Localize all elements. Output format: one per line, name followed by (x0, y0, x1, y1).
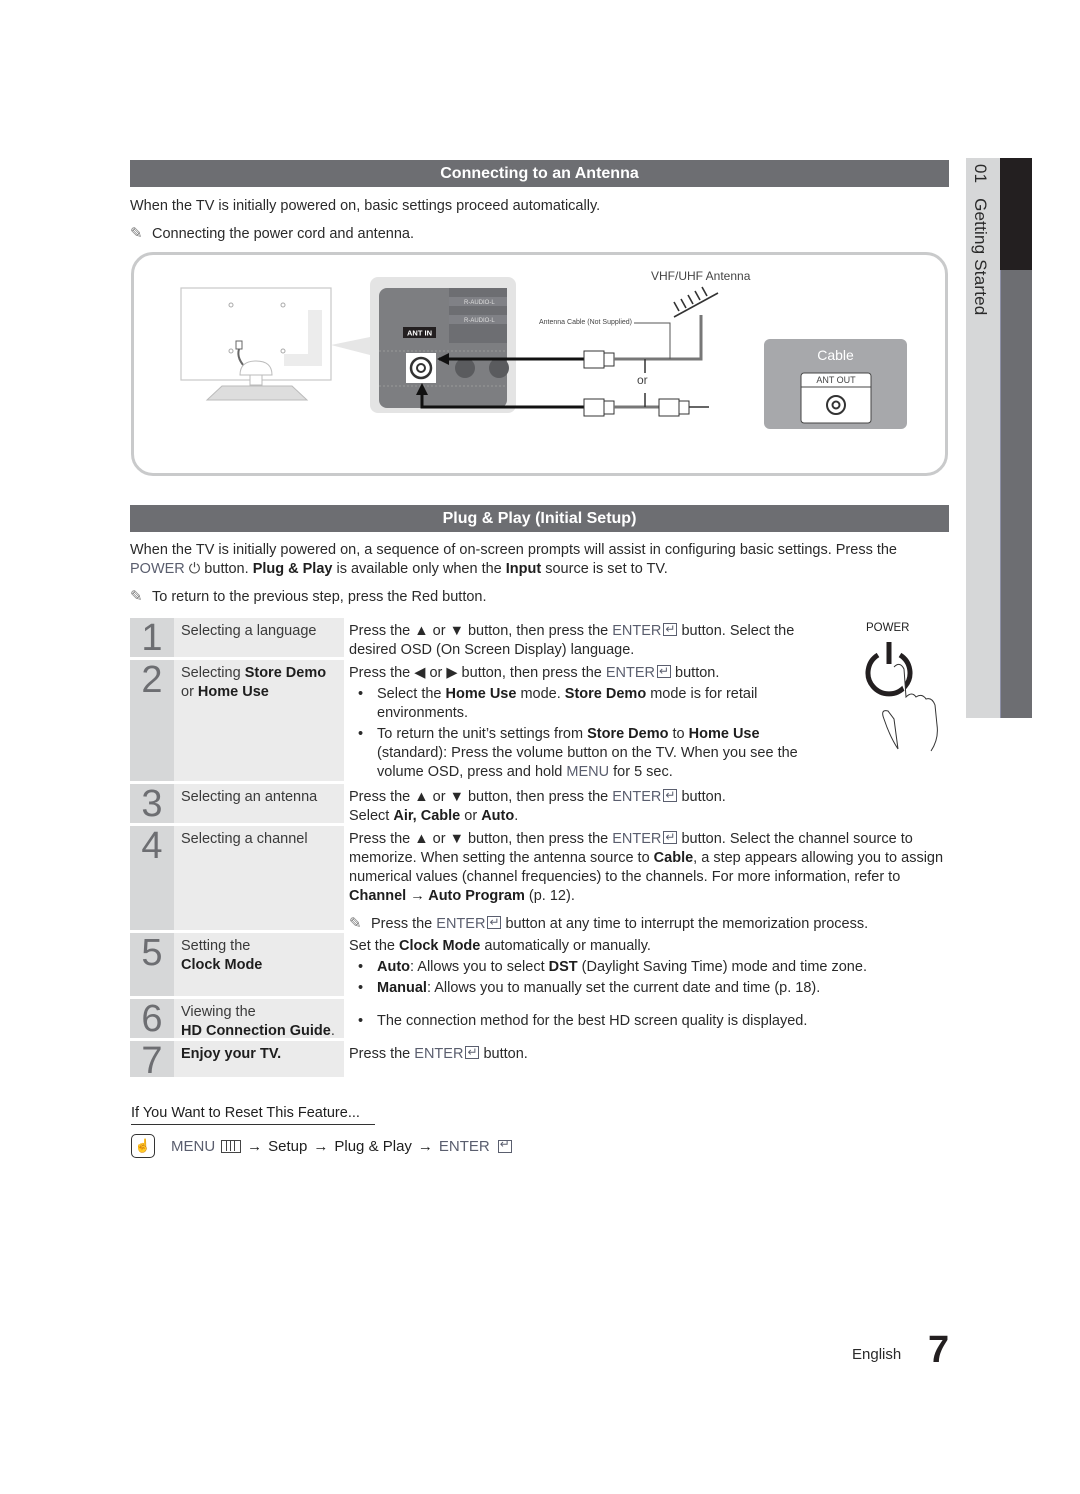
note-pencil-icon: ✎ (349, 915, 362, 932)
chapter-tab-strip (1000, 270, 1032, 718)
tv-stand (205, 385, 309, 401)
power-keyword: POWER (130, 561, 185, 577)
antenna-section-title: Connecting to an Antenna (130, 160, 949, 187)
bullet-item: The connection method for the best HD sc… (349, 1012, 949, 1031)
step-number: 7 (130, 1041, 174, 1081)
antenna-note-text: Connecting the power cord and antenna. (152, 226, 414, 242)
chapter-number: 01 (971, 164, 990, 184)
step-note: ✎Press the ENTER button at any time to i… (349, 913, 949, 934)
plug-play-note: ✎ To return to the previous step, press t… (130, 588, 487, 605)
terminal-closeup: R-AUDIO-L R-AUDIO-L ANT IN (370, 277, 516, 413)
cable-note-label: Antenna Cable (Not Supplied) (539, 319, 633, 326)
footer-language: English (852, 1346, 902, 1363)
step-label: Selecting a language (174, 618, 344, 657)
step-label: Setting the Clock Mode (174, 933, 344, 996)
cable-note-leader (634, 322, 671, 359)
step-description: Press the ENTER button. (349, 1043, 949, 1064)
step-number: 1 (130, 618, 174, 658)
bullet-item: To return the unit’s settings from Store… (349, 725, 799, 782)
step-number: 3 (130, 784, 174, 824)
enter-icon (663, 620, 678, 639)
step-description: Set the Clock Mode automatically or manu… (349, 937, 949, 998)
plug-play-keyword: Plug & Play (334, 1137, 412, 1155)
setup-keyword: Setup (268, 1137, 308, 1155)
bullet-item: Auto: Allows you to select DST (Daylight… (349, 958, 949, 977)
menu-icon (221, 1139, 242, 1153)
step-label: Selecting Store Demo or Home Use (174, 660, 344, 781)
enter-icon (487, 913, 502, 932)
power-graphic-label: POWER (866, 622, 910, 634)
step-description: Press the ◀ or ▶ button, then press the … (349, 662, 799, 782)
chapter-tab-label: 01 Getting Started (970, 164, 990, 315)
step-label: Viewing the HD Connection Guide. (174, 999, 344, 1039)
chapter-title: Getting Started (971, 198, 990, 316)
power-button-hand-icon (865, 642, 938, 752)
chapter-tab-marker (1000, 158, 1032, 270)
arrow: → (313, 1137, 329, 1155)
f-connector (583, 398, 605, 417)
reset-menu-path: ☝ MENU → Setup → Plug & Play → ENTER (131, 1134, 512, 1158)
step-description: Press the ▲ or ▼ button, then press the … (349, 620, 819, 660)
onscreen-menu-icon: ☝ (131, 1134, 155, 1158)
audio-label: R-AUDIO-L (464, 300, 495, 306)
step-label: Enjoy your TV. (174, 1041, 344, 1077)
menu-keyword: MENU (171, 1137, 216, 1155)
ant-out-label: ANT OUT (816, 375, 856, 385)
reset-feature-title: If You Want to Reset This Feature... (131, 1105, 375, 1125)
enter-keyword: ENTER (438, 1137, 490, 1155)
antenna-note: ✎ Connecting the power cord and antenna. (130, 224, 414, 244)
diagram-svg: R-AUDIO-L R-AUDIO-L ANT IN (180, 277, 907, 429)
enter-icon (663, 786, 678, 805)
page-number: 7 (928, 1329, 950, 1371)
enter-icon (497, 1137, 512, 1153)
power-socket (235, 340, 243, 350)
arrow: → (247, 1137, 263, 1155)
bullet-item: Select the Home Use mode. Store Demo mod… (349, 685, 799, 723)
plug-play-intro: When the TV is initially powered on, a s… (130, 542, 897, 577)
step-number: 2 (130, 660, 174, 781)
step-number: 4 (130, 826, 174, 930)
ant-in-label: ANT IN (407, 329, 432, 338)
step-number: 6 (130, 999, 174, 1039)
f-connector (583, 350, 605, 369)
enter-icon (657, 662, 672, 681)
tv-rear-illustration (180, 287, 370, 401)
or-label: or (637, 373, 648, 387)
power-icon: ⏻ (184, 561, 201, 577)
note-pencil-icon: ✎ (130, 225, 143, 242)
step-label: Selecting a channel (174, 826, 344, 930)
antenna-connection-diagram: R-AUDIO-L R-AUDIO-L ANT IN VHF/UHF Anten… (131, 252, 948, 476)
antenna-icon (673, 286, 719, 318)
bullet-item: Manual: Allows you to manually set the c… (349, 979, 949, 998)
cable-box-title: Cable (817, 347, 854, 363)
step-label: Selecting an antenna (174, 784, 344, 823)
step-description: Press the ▲ or ▼ button, then press the … (349, 786, 949, 826)
arrow: → (417, 1137, 433, 1155)
step-description: Press the ▲ or ▼ button, then press the … (349, 828, 949, 934)
audio-label: R-AUDIO-L (464, 318, 495, 324)
f-connector (658, 398, 680, 417)
enter-icon (663, 828, 678, 847)
antenna-label: VHF/UHF Antenna (651, 269, 751, 283)
antenna-intro: When the TV is initially powered on, bas… (130, 198, 601, 214)
enter-icon (465, 1043, 480, 1062)
step-description: The connection method for the best HD sc… (349, 1010, 949, 1031)
step-number: 5 (130, 933, 174, 996)
plug-play-section-title: Plug & Play (Initial Setup) (130, 505, 949, 532)
note-pencil-icon: ✎ (130, 588, 143, 605)
zoom-callout (331, 337, 370, 355)
